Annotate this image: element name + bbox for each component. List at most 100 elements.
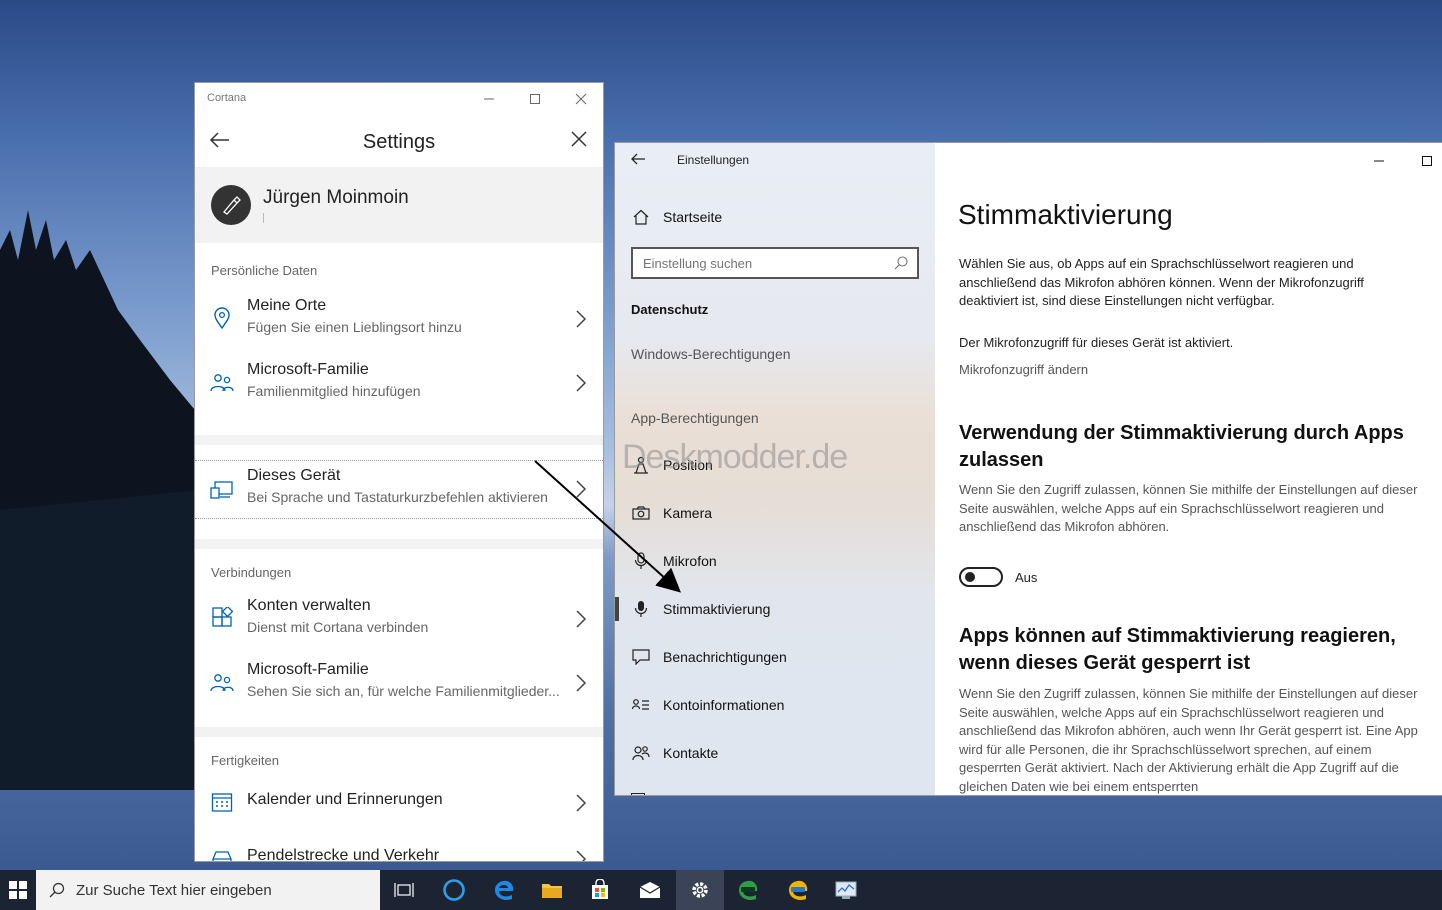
settings-title: Settings	[362, 131, 436, 153]
list-item-microsoft-familie-2[interactable]: Microsoft-Familie Sehen Sie sich an, für…	[195, 651, 603, 715]
list-item-kalender[interactable]: Kalender und Erinnerungen	[195, 775, 603, 831]
search-input[interactable]	[633, 249, 873, 277]
pen-icon	[223, 196, 241, 215]
maximize-button[interactable]	[1419, 153, 1435, 169]
list-item-meine-orte[interactable]: Meine Orte Fügen Sie einen Lieblingsort …	[195, 287, 603, 351]
system-monitor-button[interactable]	[822, 870, 870, 910]
item-title: Dieses Gerät	[247, 467, 341, 484]
start-button[interactable]	[0, 870, 36, 910]
profile-name: Jürgen Moinmoin	[263, 187, 409, 208]
section2-description: Wenn Sie den Zugriff zulassen, können Si…	[959, 686, 1418, 794]
settings-window: Einstellungen Startseite Datenschutz Win…	[614, 142, 1442, 796]
list-item-microsoft-familie[interactable]: Microsoft-Familie Familienmitglied hinzu…	[195, 351, 603, 415]
cortana-button[interactable]	[430, 870, 478, 910]
voice-activation-icon	[631, 599, 651, 619]
intro-text: Wählen Sie aus, ob Apps auf ein Sprachsc…	[959, 256, 1364, 309]
windows-start-icon	[9, 881, 27, 899]
mail-icon	[639, 882, 661, 898]
item-subtitle: Fügen Sie einen Lieblingsort hinzu	[247, 319, 462, 335]
item-title: Kalender und Erinnerungen	[247, 791, 443, 808]
minimize-button[interactable]	[1371, 153, 1387, 169]
search-icon	[894, 256, 908, 270]
device-icon	[209, 477, 235, 503]
section2-heading: Apps können auf Stimmaktivierung reagier…	[959, 625, 1396, 674]
chevron-right-icon	[576, 794, 587, 812]
edge-dev-button[interactable]	[724, 870, 772, 910]
chevron-right-icon	[576, 310, 587, 328]
account-info-icon	[631, 695, 651, 715]
settings-button[interactable]	[676, 870, 724, 910]
settings-search[interactable]	[631, 247, 919, 279]
section-divider	[195, 435, 603, 445]
cortana-window-title: Cortana	[207, 92, 247, 104]
avatar	[211, 185, 251, 225]
file-explorer-icon	[542, 884, 562, 898]
chevron-right-icon	[576, 480, 587, 498]
maximize-icon	[530, 94, 540, 104]
taskbar-search-box[interactable]: Zur Suche Text hier eingeben	[36, 870, 380, 910]
contacts-icon	[631, 743, 651, 763]
spacer	[195, 445, 603, 461]
list-item-pendelstrecke[interactable]: Pendelstrecke und Verkehr	[195, 831, 603, 861]
nav-label: Kamera	[663, 505, 713, 521]
cortana-icon	[443, 879, 465, 901]
home-icon	[631, 207, 651, 227]
nav-label: Kontakte	[663, 745, 719, 761]
chevron-right-icon	[576, 610, 587, 628]
close-icon[interactable]	[569, 129, 589, 149]
microphone-icon	[631, 551, 651, 571]
list-item-dieses-geraet[interactable]: Dieses Gerät Bei Sprache und Tastaturkur…	[195, 461, 603, 519]
back-arrow-icon[interactable]	[629, 150, 647, 168]
nav-label: Kontoinformationen	[663, 697, 785, 713]
close-button[interactable]	[571, 89, 591, 109]
nav-label: Mikrofon	[663, 553, 717, 569]
chevron-right-icon	[576, 674, 587, 692]
section-skills: Fertigkeiten Kalender und Erinnerungen P…	[195, 737, 603, 861]
app-permissions-heading: App-Berechtigungen	[631, 410, 759, 426]
notification-icon	[631, 647, 651, 667]
task-view-button[interactable]	[380, 870, 428, 910]
maximize-button[interactable]	[525, 89, 545, 109]
edge-dev-icon	[739, 880, 758, 900]
edge-icon	[495, 880, 514, 900]
nav-kamera[interactable]: Kamera	[615, 493, 935, 533]
file-explorer-button[interactable]	[528, 870, 576, 910]
location-pin-icon	[209, 305, 235, 331]
toggle-state-label: Aus	[1015, 570, 1038, 585]
partial-nav-icon	[631, 793, 645, 795]
section-heading: Persönliche Daten	[211, 263, 318, 278]
mic-status-text: Der Mikrofonzugriff für dieses Gerät ist…	[959, 335, 1234, 350]
category-heading: Datenschutz	[631, 302, 709, 317]
edge-button[interactable]	[480, 870, 528, 910]
nav-benachrichtigungen[interactable]: Benachrichtigungen	[615, 637, 935, 677]
nav-mikrofon[interactable]: Mikrofon	[615, 541, 935, 581]
family-icon	[209, 669, 235, 695]
nav-startseite[interactable]: Startseite	[615, 197, 935, 237]
edge-canary-button[interactable]	[774, 870, 822, 910]
item-subtitle: Familienmitglied hinzufügen	[247, 383, 421, 399]
mic-change-link[interactable]: Mikrofonzugriff ändern	[959, 361, 1088, 380]
close-icon	[575, 93, 587, 105]
mail-button[interactable]	[626, 870, 674, 910]
edge-canary-icon	[789, 880, 808, 900]
nav-label: Stimmaktivierung	[663, 601, 771, 617]
profile-card[interactable]: Jürgen Moinmoin	[195, 167, 603, 243]
store-icon	[592, 879, 608, 899]
chevron-right-icon	[576, 850, 587, 861]
item-title: Microsoft-Familie	[247, 661, 369, 678]
nav-position[interactable]: Position	[615, 445, 935, 485]
store-button[interactable]	[576, 870, 624, 910]
cortana-window: Cortana Settings Jürgen Moinmoin Persönl…	[194, 82, 604, 862]
minimize-button[interactable]	[479, 89, 499, 109]
settings-content: Stimmaktivierung Wählen Sie aus, ob Apps…	[935, 143, 1442, 795]
nav-kontoinformationen[interactable]: Kontoinformationen	[615, 685, 935, 725]
list-item-konten-verwalten[interactable]: Konten verwalten Dienst mit Cortana verb…	[195, 587, 603, 651]
section-connections: Verbindungen Konten verwalten Dienst mit…	[195, 549, 603, 715]
voice-activation-toggle[interactable]	[959, 567, 1003, 587]
nav-kontakte[interactable]: Kontakte	[615, 733, 935, 773]
section1-heading: Verwendung der Stimmaktivierung durch Ap…	[959, 422, 1404, 471]
nav-stimmaktivierung[interactable]: Stimmaktivierung	[615, 589, 935, 629]
item-title: Konten verwalten	[247, 597, 371, 614]
